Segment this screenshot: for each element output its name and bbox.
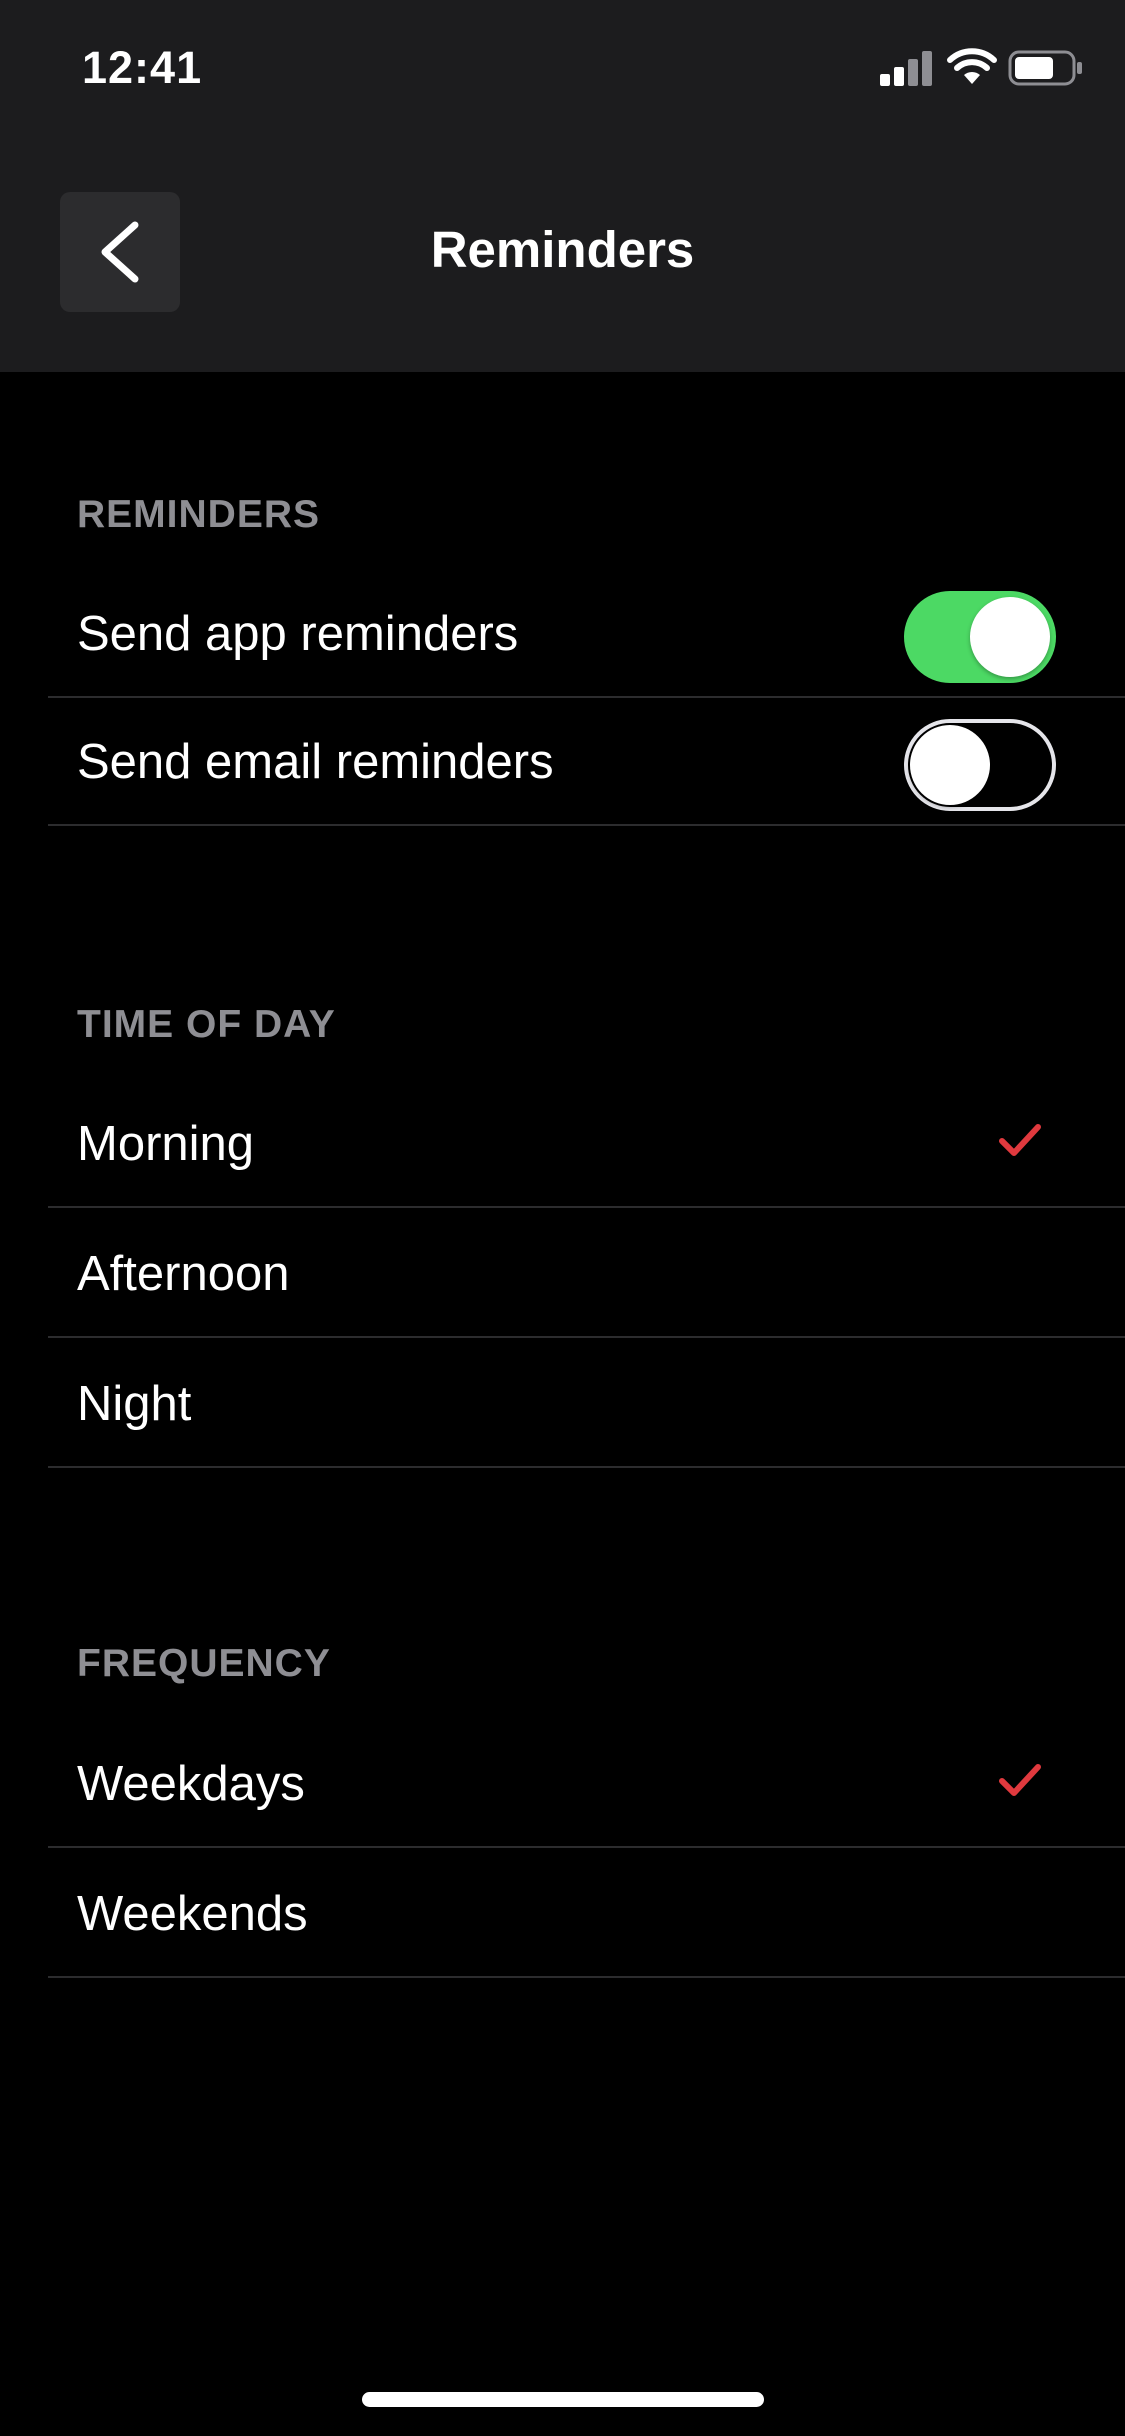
cellular-signal-icon: [880, 51, 932, 86]
option-night[interactable]: Night: [48, 1340, 1125, 1468]
status-time: 12:41: [82, 42, 203, 93]
navigation-bar: Reminders: [0, 140, 1125, 372]
option-morning[interactable]: Morning: [48, 1080, 1125, 1208]
row-label: Send email reminders: [77, 735, 554, 789]
section-header-reminders: REMINDERS: [77, 493, 321, 536]
option-label: Weekends: [77, 1887, 308, 1941]
section-header-time-of-day: TIME OF DAY: [77, 1003, 336, 1046]
option-weekends[interactable]: Weekends: [48, 1850, 1125, 1978]
checkmark-icon: [999, 1764, 1041, 1796]
battery-icon: [1008, 50, 1082, 86]
toggle-knob: [910, 725, 990, 805]
toggle-knob: [970, 597, 1050, 677]
option-label: Afternoon: [77, 1247, 290, 1301]
option-label: Weekdays: [77, 1757, 305, 1811]
app-reminders-toggle[interactable]: [904, 591, 1056, 683]
option-label: Night: [77, 1377, 192, 1431]
page-title: Reminders: [430, 221, 695, 278]
option-weekdays[interactable]: Weekdays: [48, 1720, 1125, 1848]
status-bar: 12:41: [0, 0, 1125, 140]
section-header-frequency: FREQUENCY: [77, 1642, 331, 1685]
option-label: Morning: [77, 1117, 255, 1171]
home-indicator[interactable]: [362, 2392, 764, 2407]
checkmark-icon: [999, 1124, 1041, 1156]
option-afternoon[interactable]: Afternoon: [48, 1210, 1125, 1338]
wifi-icon: [947, 48, 997, 84]
row-label: Send app reminders: [77, 607, 519, 661]
email-reminders-toggle[interactable]: [904, 719, 1056, 811]
row-send-email-reminders: Send email reminders: [48, 698, 1125, 826]
row-send-app-reminders: Send app reminders: [48, 570, 1125, 698]
